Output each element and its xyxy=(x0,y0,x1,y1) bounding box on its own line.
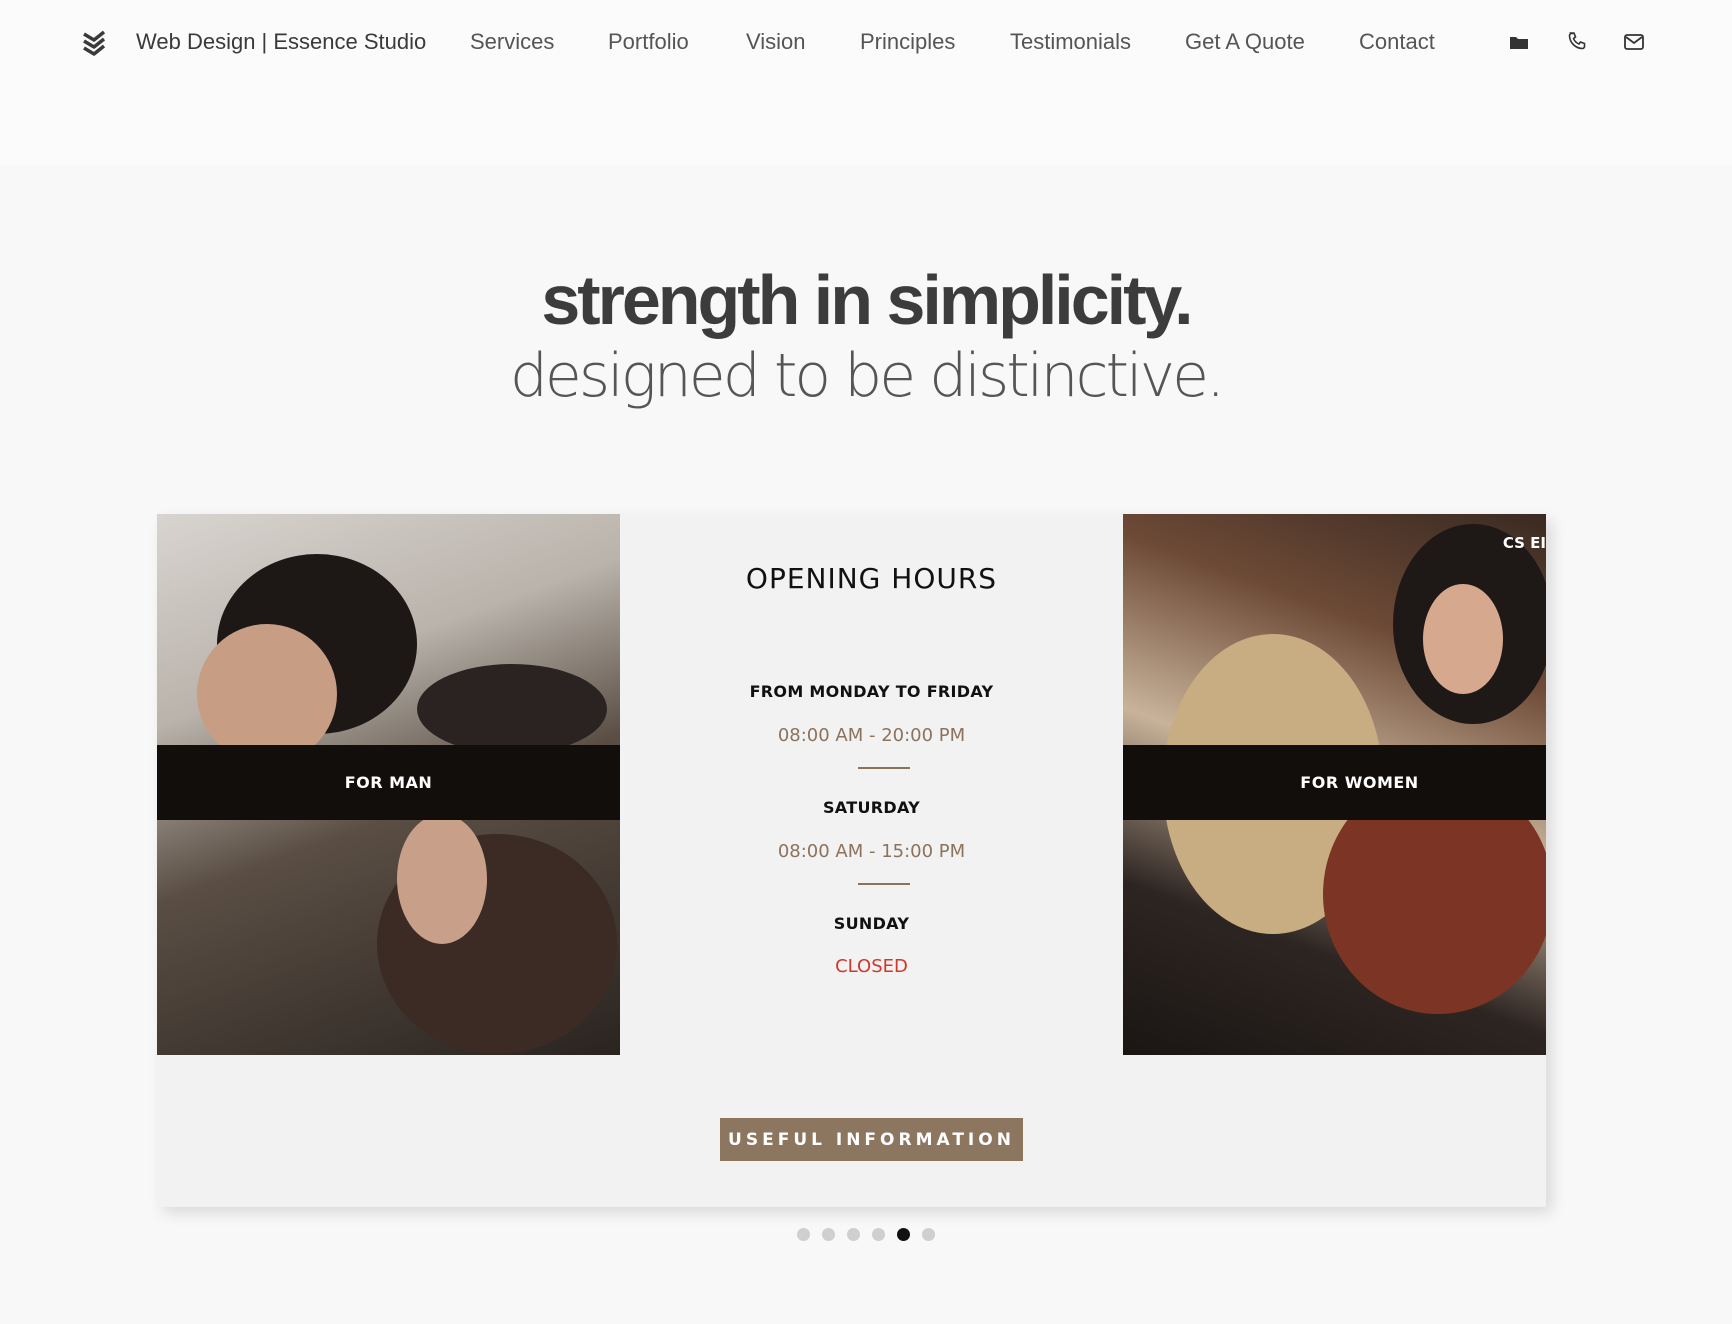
logo-icon[interactable] xyxy=(80,28,108,56)
carousel-dot-6[interactable] xyxy=(922,1228,935,1241)
carousel-dot-2[interactable] xyxy=(822,1228,835,1241)
for-man-band[interactable]: FOR MAN xyxy=(157,745,620,820)
hero-section: strength in simplicity. designed to be d… xyxy=(0,260,1732,412)
nav-services[interactable]: Services xyxy=(470,28,554,56)
face-shape xyxy=(197,624,337,764)
carousel-dot-1[interactable] xyxy=(797,1228,810,1241)
schedule-time: 08:00 AM - 20:00 PM xyxy=(777,725,966,746)
carousel-dots xyxy=(797,1228,935,1241)
useful-information-button[interactable]: USEFUL INFORMATION xyxy=(720,1118,1023,1161)
for-women-label: FOR WOMEN xyxy=(1300,773,1419,792)
carousel-dot-5[interactable] xyxy=(897,1228,910,1241)
mail-icon[interactable] xyxy=(1622,30,1646,54)
nav-testimonials[interactable]: Testimonials xyxy=(1010,28,1131,56)
opening-hours-panel: OPENING HOURS FROM MONDAY TO FRIDAY 08:0… xyxy=(620,514,1123,1055)
top-navbar: Web Design | Essence Studio Services Por… xyxy=(0,0,1732,165)
carousel-dot-4[interactable] xyxy=(872,1228,885,1241)
salon-badge: CS EI xyxy=(1502,534,1546,552)
divider xyxy=(858,767,910,769)
folder-icon[interactable] xyxy=(1507,30,1531,54)
carousel-dot-3[interactable] xyxy=(847,1228,860,1241)
nav-bar: Web Design | Essence Studio Services Por… xyxy=(0,18,1732,66)
hero-subtitle: designed to be distinctive. xyxy=(509,341,1225,411)
client-hair-shape xyxy=(417,664,607,754)
hero-title: strength in simplicity. xyxy=(541,261,1193,339)
for-man-label: FOR MAN xyxy=(344,773,433,792)
schedule-day: SATURDAY xyxy=(822,798,920,817)
nav-portfolio[interactable]: Portfolio xyxy=(608,28,689,56)
opening-hours-title: OPENING HOURS xyxy=(745,562,998,595)
nav-principles[interactable]: Principles xyxy=(860,28,955,56)
divider xyxy=(858,883,910,885)
schedule-day: FROM MONDAY TO FRIDAY xyxy=(749,682,994,701)
schedule-time: 08:00 AM - 15:00 PM xyxy=(777,841,966,862)
barber-photo: FOR MAN xyxy=(157,514,620,1055)
stylist-photo: CS EI FOR WOMEN xyxy=(1123,514,1546,1055)
hand-shape xyxy=(397,814,487,944)
schedule-day: SUNDAY xyxy=(833,914,910,933)
for-women-band[interactable]: FOR WOMEN xyxy=(1123,745,1546,820)
carousel-slide: FOR MAN OPENING HOURS FROM MONDAY TO FRI… xyxy=(157,514,1546,1207)
nav-contact[interactable]: Contact xyxy=(1359,28,1435,56)
schedule-closed: CLOSED xyxy=(835,956,908,977)
brand-name[interactable]: Web Design | Essence Studio xyxy=(136,28,426,56)
stylist-face-shape xyxy=(1423,584,1503,694)
nav-vision[interactable]: Vision xyxy=(746,28,806,56)
nav-get-a-quote[interactable]: Get A Quote xyxy=(1185,28,1305,56)
phone-icon[interactable] xyxy=(1565,30,1589,54)
